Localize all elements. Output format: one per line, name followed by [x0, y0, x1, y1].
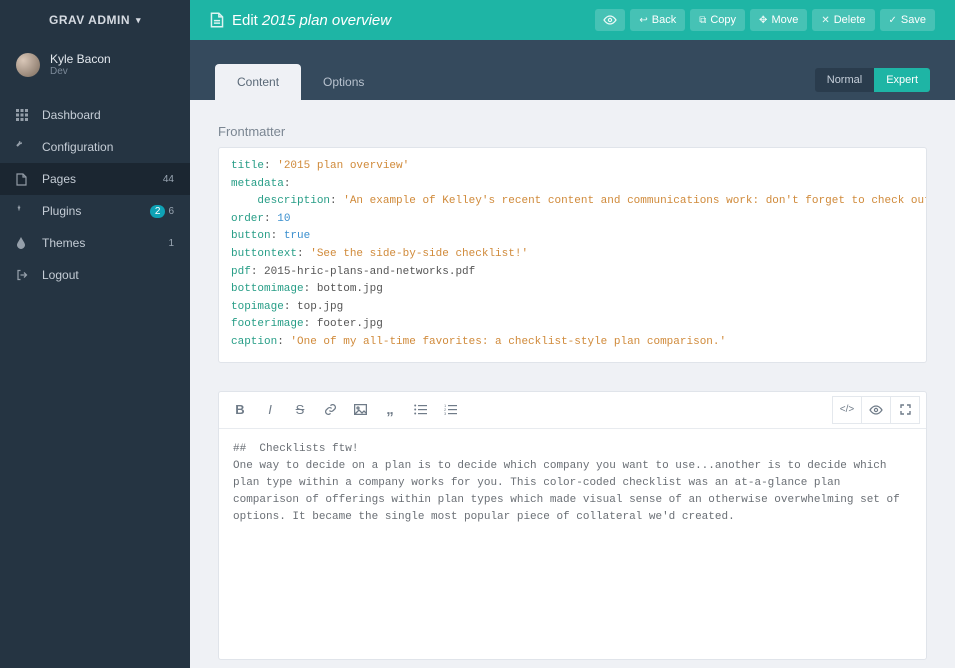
ol-button[interactable]: 123: [435, 396, 465, 424]
quote-icon: „: [386, 401, 394, 418]
editor-textarea[interactable]: ## Checklists ftw! One way to decide on …: [219, 429, 926, 659]
plugins-count-badge: 6: [168, 206, 174, 217]
brand-header[interactable]: GRAV ADMIN ▾: [0, 0, 190, 40]
move-button[interactable]: ✥Move: [750, 9, 807, 31]
edit-label: Edit: [232, 12, 258, 29]
close-icon: ✕: [821, 15, 829, 26]
themes-count-badge: 1: [168, 238, 174, 249]
logout-icon: [16, 269, 34, 281]
svg-text:3: 3: [444, 411, 447, 415]
sidebar-item-plugins[interactable]: Plugins 2 6: [0, 195, 190, 227]
sidebar-item-label: Plugins: [42, 204, 150, 218]
preview-toggle-button[interactable]: [861, 396, 891, 424]
nav: Dashboard Configuration Pages 44 Plugins…: [0, 99, 190, 291]
list-ul-icon: [414, 404, 427, 415]
header-bar: Edit 2015 plan overview ↩Back ⧉Copy ✥Mov…: [190, 0, 955, 40]
strike-button[interactable]: S: [285, 396, 315, 424]
user-name: Kyle Bacon: [50, 52, 111, 66]
main: Edit 2015 plan overview ↩Back ⧉Copy ✥Mov…: [190, 0, 955, 668]
ul-button[interactable]: [405, 396, 435, 424]
sidebar-item-label: Pages: [42, 172, 163, 186]
user-role: Dev: [50, 66, 111, 77]
sidebar-item-label: Dashboard: [42, 108, 174, 122]
code-icon: </>: [840, 404, 854, 415]
plug-icon: [16, 205, 34, 217]
sidebar-item-label: Logout: [42, 268, 174, 282]
page-name: 2015 plan overview: [262, 12, 391, 29]
copy-button[interactable]: ⧉Copy: [690, 9, 745, 31]
list-ol-icon: 123: [444, 404, 457, 415]
file-icon: [210, 12, 224, 28]
sidebar-item-label: Themes: [42, 236, 168, 250]
header-actions: ↩Back ⧉Copy ✥Move ✕Delete ✓Save: [595, 9, 935, 31]
check-icon: ✓: [889, 15, 897, 26]
sidebar-item-pages[interactable]: Pages 44: [0, 163, 190, 195]
eye-icon: [603, 15, 617, 25]
italic-button[interactable]: I: [255, 396, 285, 424]
copy-icon: ⧉: [699, 15, 706, 26]
file-icon: [16, 173, 34, 186]
image-icon: [354, 404, 367, 415]
link-icon: [324, 403, 337, 416]
code-toggle-button[interactable]: </>: [832, 396, 862, 424]
markdown-editor: B I S „ 123 </> ## Checklists ftw! One w…: [218, 391, 927, 660]
image-button[interactable]: [345, 396, 375, 424]
quote-button[interactable]: „: [375, 396, 405, 424]
back-button[interactable]: ↩Back: [630, 9, 685, 31]
editor-toolbar: B I S „ 123 </>: [219, 392, 926, 429]
tabs: Content Options: [215, 64, 386, 100]
avatar: [16, 53, 40, 77]
sidebar-item-dashboard[interactable]: Dashboard: [0, 99, 190, 131]
mode-normal[interactable]: Normal: [815, 68, 874, 92]
pages-count-badge: 44: [163, 174, 174, 185]
brand-label: GRAV ADMIN: [49, 13, 130, 27]
fullscreen-button[interactable]: [890, 396, 920, 424]
move-icon: ✥: [759, 15, 767, 26]
sidebar-item-logout[interactable]: Logout: [0, 259, 190, 291]
sidebar-item-label: Configuration: [42, 140, 174, 154]
preview-button[interactable]: [595, 9, 625, 31]
mode-expert[interactable]: Expert: [874, 68, 930, 92]
subheader: Content Options Normal Expert: [190, 40, 955, 100]
paint-icon: [16, 237, 34, 249]
plugins-update-badge: 2: [150, 205, 166, 218]
expand-icon: [900, 404, 911, 415]
save-button[interactable]: ✓Save: [880, 9, 935, 31]
delete-button[interactable]: ✕Delete: [812, 9, 874, 31]
content-area: Frontmatter title: '2015 plan overview' …: [190, 100, 955, 668]
sidebar-item-themes[interactable]: Themes 1: [0, 227, 190, 259]
sidebar: GRAV ADMIN ▾ Kyle Bacon Dev Dashboard Co…: [0, 0, 190, 668]
chevron-down-icon: ▾: [136, 15, 141, 26]
bold-button[interactable]: B: [225, 396, 255, 424]
grid-icon: [16, 109, 34, 121]
link-button[interactable]: [315, 396, 345, 424]
frontmatter-editor[interactable]: title: '2015 plan overview' metadata: de…: [218, 147, 927, 363]
page-title: Edit 2015 plan overview: [210, 12, 391, 29]
wrench-icon: [16, 141, 34, 153]
tab-content[interactable]: Content: [215, 64, 301, 100]
reply-icon: ↩: [639, 15, 647, 26]
frontmatter-label: Frontmatter: [218, 124, 927, 139]
sidebar-item-configuration[interactable]: Configuration: [0, 131, 190, 163]
tab-options[interactable]: Options: [301, 64, 386, 100]
eye-icon: [869, 405, 883, 415]
mode-toggle: Normal Expert: [815, 68, 930, 92]
user-row[interactable]: Kyle Bacon Dev: [0, 40, 190, 89]
